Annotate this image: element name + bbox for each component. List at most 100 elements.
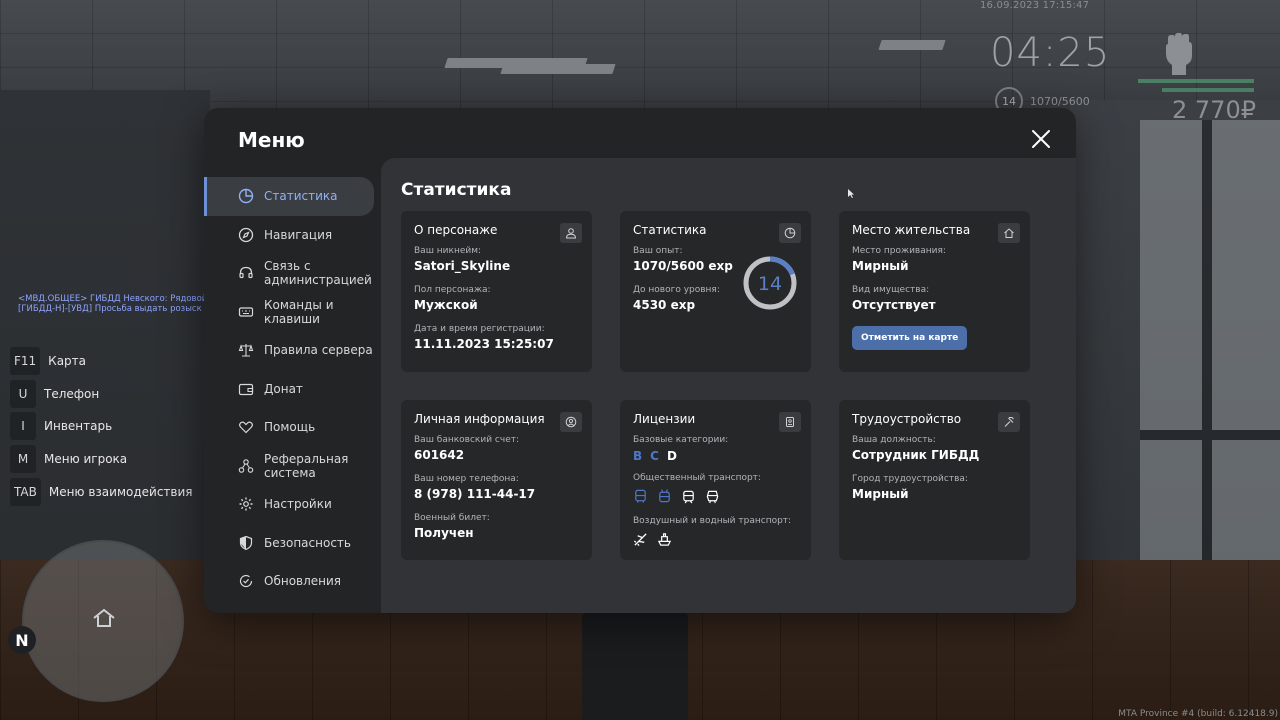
hotkey-key: I [10, 412, 36, 441]
sidebar-item-donate[interactable]: Донат [204, 370, 380, 409]
window [1140, 120, 1280, 620]
hud-exp: 1070/5600 [1030, 95, 1090, 108]
level-value: 14 [758, 273, 782, 295]
sidebar-item-label: Правила сервера [264, 343, 373, 358]
card-character: О персонаже Ваш никнейм: Satori_Skyline … [401, 211, 592, 372]
card-employment: Трудоустройство Ваша должность: Сотрудни… [839, 400, 1030, 560]
close-icon[interactable] [1030, 128, 1052, 150]
level-progress-ring: 14 [743, 256, 797, 310]
residence-value: Мирный [852, 259, 909, 273]
sidebar-item-security[interactable]: Безопасность [204, 524, 380, 563]
gender-value: Мужской [414, 298, 478, 312]
refresh-check-icon [239, 575, 253, 588]
hotkey-map[interactable]: F11 Карта [10, 345, 193, 378]
field-label: Дата и время регистрации: [414, 324, 545, 334]
field-label: Место проживания: [852, 246, 946, 256]
hotkey-list: F11 Карта U Телефон I Инвентарь M Меню игрок… [10, 345, 193, 508]
house-icon [1004, 228, 1014, 238]
ship-icon [657, 533, 672, 546]
field-label: Воздушный и водный транспорт: [633, 516, 792, 526]
user-icon [565, 228, 577, 239]
sidebar-item-referral[interactable]: Реферальная система [204, 447, 380, 486]
property-value: Отсутствует [852, 298, 936, 312]
license-category-c: C [650, 449, 659, 463]
sidebar-item-label: Помощь [264, 420, 316, 435]
card-title: Лицензии [633, 412, 696, 426]
hotkey-label: Инвентарь [44, 419, 113, 434]
hotkey-label: Карта [48, 354, 87, 369]
field-label: Военный билет: [414, 513, 490, 523]
military-id-value: Получен [414, 526, 474, 540]
compass-north: N [8, 626, 36, 654]
build-info: MTA Province #4 (build: 6.12418.9) [1118, 709, 1278, 719]
sidebar-item-navigation[interactable]: Навигация [204, 216, 380, 255]
license-category-d: D [666, 449, 677, 463]
card-personal-info: Личная информация Ваш банковский счет: 6… [401, 400, 592, 560]
armor-bar [1162, 88, 1254, 92]
card-title: Личная информация [414, 412, 545, 426]
field-label: Вид имущества: [852, 285, 930, 295]
gear-icon [239, 497, 253, 511]
sidebar-item-updates[interactable]: Обновления [204, 562, 380, 601]
player-character [582, 612, 688, 720]
field-label: Базовые категории: [633, 435, 729, 445]
hotkey-key: F11 [10, 347, 41, 376]
phone-value: 8 (978) 111-44-17 [414, 487, 536, 501]
public-transport-icons [633, 489, 798, 504]
field-label: Пол персонажа: [414, 285, 491, 295]
sidebar-item-statistics[interactable]: Статистика [204, 177, 374, 216]
hotkey-key: M [10, 445, 36, 474]
train-icon [706, 490, 719, 504]
sidebar-item-commands[interactable]: Команды и клавиши [204, 293, 380, 332]
sidebar-item-label: Реферальная система [264, 451, 349, 480]
hotkey-phone[interactable]: U Телефон [10, 378, 193, 411]
sidebar-item-label: Настройки [264, 497, 332, 512]
field-label: Город трудоустройства: [852, 474, 968, 484]
hud-datetime: 16.09.2023 17:15:47 [980, 0, 1090, 11]
content-panel: Статистика О персонаже Ваш никнейм: Sato… [381, 158, 1076, 613]
health-bar [1138, 79, 1254, 83]
fist-icon [1166, 33, 1192, 75]
sidebar-item-label: Безопасность [264, 535, 351, 550]
card-title: Место жительства [852, 223, 971, 237]
scales-icon [238, 344, 254, 357]
hotkey-label: Меню игрока [44, 452, 128, 467]
heart-hand-icon [239, 421, 253, 434]
license-categories: BCD [633, 449, 798, 463]
sidebar-item-label: Донат [264, 381, 303, 396]
hotkey-player-menu[interactable]: M Меню игрока [10, 443, 193, 476]
card-title: Трудоустройство [852, 412, 962, 426]
sidebar-item-label: Навигация [264, 227, 333, 242]
sidebar-item-help[interactable]: Помощь [204, 408, 380, 447]
pie-chart-icon [784, 227, 796, 239]
hotkey-inventory[interactable]: I Инвентарь [10, 410, 193, 443]
license-card-icon [786, 417, 794, 427]
sidebar-item-rules[interactable]: Правила сервера [204, 331, 380, 370]
bus-icon [635, 489, 646, 503]
hotkey-key: TAB [10, 477, 41, 506]
menu-window: Меню Статистика Навигация Связь с админи… [204, 108, 1076, 613]
compass-icon [238, 227, 254, 242]
mark-on-map-button[interactable]: Отметить на карте [852, 326, 968, 350]
trolleybus-icon [659, 489, 670, 503]
job-city-value: Мирный [852, 487, 909, 501]
field-label: Ваша должность: [852, 435, 936, 445]
pie-chart-icon [238, 189, 254, 204]
air-water-transport-icons [633, 532, 798, 547]
sidebar-item-settings[interactable]: Настройки [204, 485, 380, 524]
card-title: О персонаже [414, 223, 498, 237]
field-label: Ваш никнейм: [414, 246, 482, 256]
position-value: Сотрудник ГИБДД [852, 448, 980, 462]
hotkey-interaction-menu[interactable]: TAB Меню взаимодействия [10, 475, 193, 508]
tram-icon [683, 490, 694, 504]
hammer-icon [1004, 416, 1014, 427]
card-licenses: Лицензии Базовые категории: BCD Обществе… [620, 400, 811, 560]
sidebar-item-admin-contact[interactable]: Связь с администрацией [204, 254, 380, 293]
user-circle-icon [565, 416, 577, 428]
wallet-icon [238, 383, 254, 395]
field-label: Общественный транспорт: [633, 473, 761, 483]
shield-icon [239, 535, 253, 550]
menu-title: Меню [238, 128, 305, 152]
hotkey-label: Меню взаимодействия [48, 484, 193, 499]
hotkey-key: U [10, 379, 36, 408]
